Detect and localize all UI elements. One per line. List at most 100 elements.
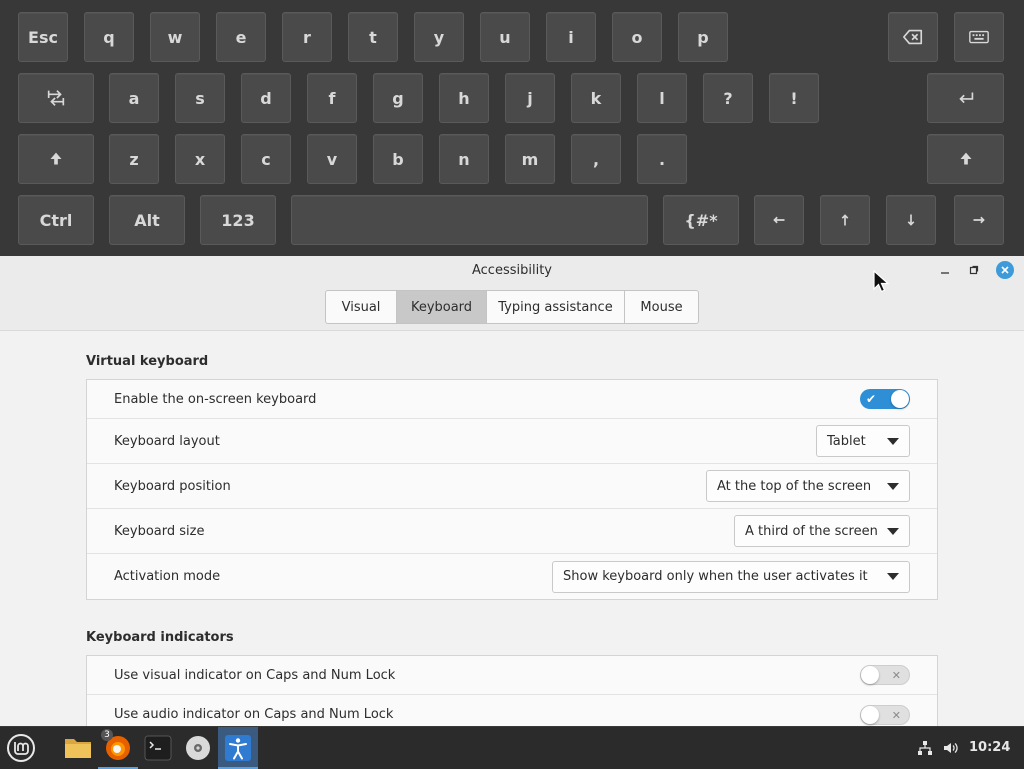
tab-label: Visual xyxy=(341,299,381,315)
tab-mouse[interactable]: Mouse xyxy=(625,291,698,323)
keyboard-layout-dropdown[interactable]: Tablet xyxy=(816,425,910,457)
key-x[interactable]: x xyxy=(175,134,225,184)
key-label: 123 xyxy=(221,210,255,230)
key-o[interactable]: o xyxy=(612,12,662,62)
key-shift-right[interactable] xyxy=(927,134,1004,184)
key-z[interactable]: z xyxy=(109,134,159,184)
keyboard-icon xyxy=(969,30,989,44)
dropdown-value: At the top of the screen xyxy=(717,478,872,494)
files-launcher[interactable] xyxy=(58,727,98,769)
key-l[interactable]: l xyxy=(637,73,687,123)
key-shift-left[interactable] xyxy=(18,134,94,184)
enable-keyboard-switch[interactable]: ✔ xyxy=(860,389,910,409)
key-f[interactable]: f xyxy=(307,73,357,123)
key-t[interactable]: t xyxy=(348,12,398,62)
key-esc[interactable]: Esc xyxy=(18,12,68,62)
setting-row-audio-indicator: Use audio indicator on Caps and Num Lock… xyxy=(87,695,937,726)
network-indicator[interactable] xyxy=(914,727,936,769)
key-backspace[interactable] xyxy=(888,12,938,62)
accessibility-task[interactable] xyxy=(218,727,258,769)
key-ctrl[interactable]: Ctrl xyxy=(18,195,94,245)
key-comma[interactable]: , xyxy=(571,134,621,184)
key-question[interactable]: ? xyxy=(703,73,753,123)
key-label: Ctrl xyxy=(39,210,73,230)
setting-label: Keyboard position xyxy=(114,478,231,494)
key-label: a xyxy=(128,88,140,108)
key-label: i xyxy=(568,27,574,47)
volume-indicator[interactable] xyxy=(940,727,962,769)
key-label: ! xyxy=(790,88,798,108)
key-g[interactable]: g xyxy=(373,73,423,123)
key-space[interactable] xyxy=(291,195,648,245)
key-u[interactable]: u xyxy=(480,12,530,62)
keyboard-position-dropdown[interactable]: At the top of the screen xyxy=(706,470,910,502)
key-h[interactable]: h xyxy=(439,73,489,123)
key-r[interactable]: r xyxy=(282,12,332,62)
key-label: k xyxy=(590,88,602,108)
key-arrow-down[interactable] xyxy=(886,195,936,245)
setting-label: Keyboard size xyxy=(114,523,205,539)
enter-icon xyxy=(958,92,973,104)
title-bar[interactable]: Accessibility Visual Keyboard Typing ass… xyxy=(0,256,1024,331)
key-s[interactable]: s xyxy=(175,73,225,123)
backspace-icon xyxy=(903,29,923,45)
key-label: o xyxy=(631,27,643,47)
setting-label: Use audio indicator on Caps and Num Lock xyxy=(114,707,394,722)
key-e[interactable]: e xyxy=(216,12,266,62)
key-alt[interactable]: Alt xyxy=(109,195,185,245)
clock[interactable]: 10:24 xyxy=(969,740,1010,755)
key-exclamation[interactable]: ! xyxy=(769,73,819,123)
key-label: x xyxy=(194,149,206,169)
dropdown-arrow-icon xyxy=(887,437,899,445)
maximize-button[interactable] xyxy=(966,262,982,278)
key-label: w xyxy=(167,27,183,47)
key-q[interactable]: q xyxy=(84,12,134,62)
key-j[interactable]: j xyxy=(505,73,555,123)
keyboard-size-dropdown[interactable]: A third of the screen xyxy=(734,515,910,547)
key-a[interactable]: a xyxy=(109,73,159,123)
key-i[interactable]: i xyxy=(546,12,596,62)
key-hide-keyboard[interactable] xyxy=(954,12,1004,62)
key-arrow-right[interactable] xyxy=(954,195,1004,245)
tab-label: Keyboard xyxy=(410,299,473,315)
key-b[interactable]: b xyxy=(373,134,423,184)
key-tab[interactable] xyxy=(18,73,94,123)
tab-keyboard[interactable]: Keyboard xyxy=(397,291,487,323)
key-arrow-up[interactable] xyxy=(820,195,870,245)
key-numbers[interactable]: 123 xyxy=(200,195,276,245)
activation-mode-dropdown[interactable]: Show keyboard only when the user activat… xyxy=(552,560,910,593)
key-label: q xyxy=(103,27,115,47)
key-c[interactable]: c xyxy=(241,134,291,184)
key-p[interactable]: p xyxy=(678,12,728,62)
key-symbols[interactable]: {#* xyxy=(663,195,739,245)
key-label: h xyxy=(458,88,470,108)
key-d[interactable]: d xyxy=(241,73,291,123)
terminal-launcher[interactable] xyxy=(138,727,178,769)
setting-row-enable-keyboard: Enable the on-screen keyboard ✔ xyxy=(87,380,937,419)
key-label: t xyxy=(369,27,377,47)
key-enter[interactable] xyxy=(927,73,1004,123)
tab-label: Mouse xyxy=(640,299,683,315)
key-n[interactable]: n xyxy=(439,134,489,184)
minimize-button[interactable] xyxy=(937,262,953,278)
tab-visual[interactable]: Visual xyxy=(326,291,397,323)
switch-knob xyxy=(861,666,879,684)
key-v[interactable]: v xyxy=(307,134,357,184)
visual-indicator-switch[interactable]: ✕ xyxy=(860,665,910,685)
window-count-badge: 3 xyxy=(101,729,113,741)
key-y[interactable]: y xyxy=(414,12,464,62)
x-icon: ✕ xyxy=(891,669,901,682)
mouse-cursor-icon xyxy=(873,270,890,293)
key-label: n xyxy=(458,149,470,169)
close-button[interactable] xyxy=(996,261,1014,279)
key-arrow-left[interactable] xyxy=(754,195,804,245)
key-w[interactable]: w xyxy=(150,12,200,62)
key-k[interactable]: k xyxy=(571,73,621,123)
tab-typing-assistance[interactable]: Typing assistance xyxy=(487,291,625,323)
switch-knob xyxy=(861,705,879,724)
disc-launcher[interactable] xyxy=(178,727,218,769)
key-m[interactable]: m xyxy=(505,134,555,184)
key-period[interactable]: . xyxy=(637,134,687,184)
audio-indicator-switch[interactable]: ✕ xyxy=(860,704,910,725)
menu-button[interactable] xyxy=(0,727,42,769)
